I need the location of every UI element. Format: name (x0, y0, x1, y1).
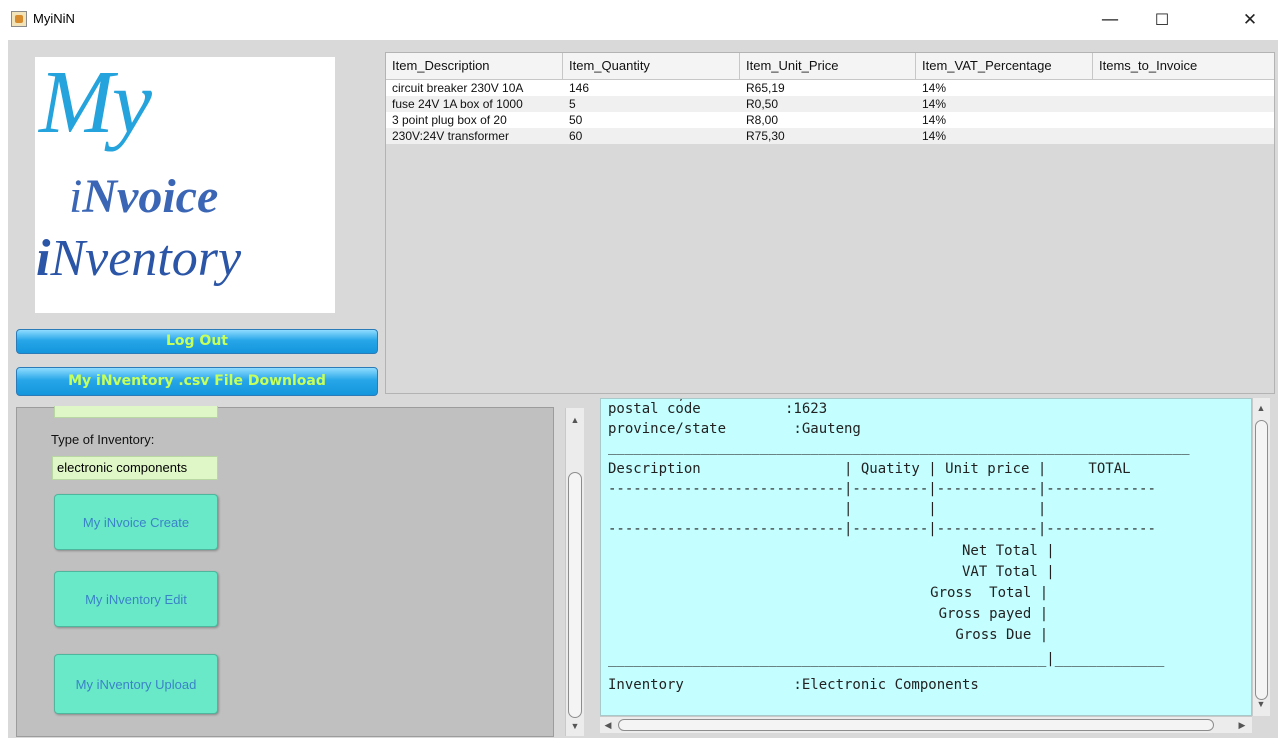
left-panel-scrollbar[interactable]: ▲ ▼ (565, 408, 584, 736)
cell-vat: 14% (922, 129, 947, 143)
maximize-button[interactable]: ☐ (1140, 6, 1184, 34)
inventory-upload-button[interactable]: My iNventory Upload (54, 654, 218, 714)
cell-quantity: 146 (569, 81, 590, 95)
scroll-thumb[interactable] (618, 719, 1214, 731)
invoice-dash-row: ----------------------------|---------|-… (608, 481, 1156, 497)
window-title: MyiNiN (33, 11, 75, 26)
column-header-description[interactable]: Item_Description (386, 53, 563, 79)
invoice-postal-code: postal code :1623 (608, 401, 828, 417)
invoice-gross-payed: Gross payed | (600, 606, 1049, 622)
cell-description: fuse 24V 1A box of 1000 (392, 97, 523, 111)
cell-items-to-invoice[interactable] (1093, 128, 1274, 144)
column-header-items-to-invoice[interactable]: Items_to_Invoice (1093, 53, 1274, 79)
logo-line-invoice: iNvoice (69, 169, 218, 224)
scroll-down-arrow-icon[interactable]: ▼ (1253, 696, 1269, 712)
table-row[interactable]: fuse 24V 1A box of 1000 5 R0,50 14% (386, 96, 1274, 112)
invoice-vat-total: VAT Total | (608, 564, 1055, 580)
cell-quantity: 5 (569, 97, 576, 111)
partial-field[interactable] (54, 406, 218, 418)
table-header: Item_Description Item_Quantity Item_Unit… (386, 53, 1274, 80)
type-of-inventory-label: Type of Inventory: (51, 432, 155, 447)
cell-description: 230V:24V transformer (392, 129, 509, 143)
logout-button[interactable]: Log Out (16, 329, 378, 354)
cell-description: 3 point plug box of 20 (392, 113, 507, 127)
invoice-gross-total: Gross Total | (600, 585, 1049, 601)
cell-items-to-invoice[interactable] (1093, 112, 1274, 128)
inventory-edit-button[interactable]: My iNventory Edit (54, 571, 218, 627)
table-row[interactable]: circuit breaker 230V 10A 146 R65,19 14% (386, 80, 1274, 96)
logo-invoice-i: i (69, 170, 83, 223)
table-body: circuit breaker 230V 10A 146 R65,19 14% … (386, 80, 1274, 160)
invoice-dash-row: ----------------------------|---------|-… (608, 521, 1156, 537)
main-content: My iNvoice iNventory Log Out My iNventor… (8, 40, 1278, 738)
cell-vat: 14% (922, 113, 947, 127)
cell-quantity: 60 (569, 129, 583, 143)
invoice-preview[interactable]: , postal code :1623 province/state :Gaut… (600, 398, 1252, 716)
inventory-table: Item_Description Item_Quantity Item_Unit… (385, 52, 1275, 394)
invoice-rule-bottom: ________________________________________… (608, 651, 1165, 667)
invoice-create-button[interactable]: My iNvoice Create (54, 494, 218, 550)
logo-inventory-rest: Nventory (50, 230, 242, 287)
table-row[interactable]: 230V:24V transformer 60 R75,30 14% (386, 128, 1274, 144)
invoice-inventory-type: Inventory :Electronic Components (608, 677, 979, 693)
logo-invoice-rest: Nvoice (82, 170, 219, 223)
close-button[interactable]: ✕ (1228, 6, 1272, 34)
app-logo: My iNvoice iNventory (35, 53, 335, 313)
invoice-gross-due: Gross Due | (600, 627, 1049, 643)
column-header-unit-price[interactable]: Item_Unit_Price (740, 53, 916, 79)
user-details-panel: Type of Inventory: electronic components… (16, 406, 584, 737)
column-header-vat[interactable]: Item_VAT_Percentage (916, 53, 1093, 79)
logo-line-inventory: iNventory (36, 229, 241, 288)
logo-line-my: My (39, 53, 152, 152)
table-row[interactable]: 3 point plug box of 20 50 R8,00 14% (386, 112, 1274, 128)
minimize-button[interactable]: — (1088, 6, 1132, 34)
cell-unit-price: R65,19 (746, 81, 785, 95)
invoice-net-total: Net Total | (608, 543, 1055, 559)
scroll-thumb[interactable] (568, 472, 582, 718)
csv-download-button[interactable]: My iNventory .csv File Download (16, 367, 378, 396)
scroll-up-arrow-icon[interactable]: ▲ (1253, 400, 1269, 416)
cell-vat: 14% (922, 97, 947, 111)
logo-inventory-i: i (36, 230, 51, 287)
cell-items-to-invoice[interactable] (1093, 80, 1274, 96)
cell-unit-price: R75,30 (746, 129, 785, 143)
scroll-down-arrow-icon[interactable]: ▼ (567, 718, 583, 734)
invoice-rule-top: ________________________________________… (608, 439, 1190, 455)
scroll-thumb[interactable] (1255, 420, 1268, 700)
cell-items-to-invoice[interactable] (1093, 96, 1274, 112)
title-bar: MyiNiN — ☐ ✕ (0, 0, 1278, 40)
cell-quantity: 50 (569, 113, 583, 127)
cell-unit-price: R8,00 (746, 113, 779, 127)
cell-unit-price: R0,50 (746, 97, 779, 111)
invoice-column-headers: Description | Quatity | Unit price | TOT… (608, 461, 1131, 477)
java-app-icon (11, 11, 27, 27)
invoice-horizontal-scrollbar[interactable]: ◀ ▶ (600, 716, 1252, 733)
cell-vat: 14% (922, 81, 947, 95)
invoice-vertical-scrollbar[interactable]: ▲ ▼ (1252, 398, 1270, 716)
invoice-province: province/state :Gauteng (608, 421, 861, 437)
type-of-inventory-field[interactable]: electronic components (52, 456, 218, 480)
cell-description: circuit breaker 230V 10A (392, 81, 524, 95)
scroll-right-arrow-icon[interactable]: ▶ (1234, 717, 1250, 733)
scroll-left-arrow-icon[interactable]: ◀ (600, 717, 616, 733)
invoice-blank-row: | | | (608, 501, 1047, 517)
scroll-up-arrow-icon[interactable]: ▲ (567, 412, 583, 428)
column-header-quantity[interactable]: Item_Quantity (563, 53, 740, 79)
